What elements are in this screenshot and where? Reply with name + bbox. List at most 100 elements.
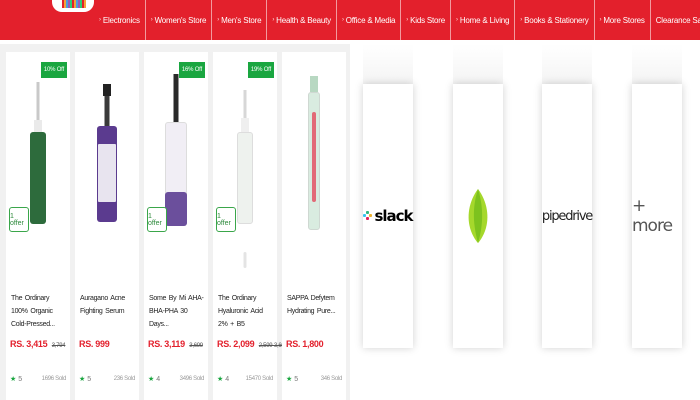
price-row: RS. 1,800 bbox=[286, 334, 324, 352]
pipedrive-logo: pipedrive bbox=[541, 208, 593, 224]
brand-card-shadow bbox=[453, 44, 503, 84]
offer-badge[interactable]: 1 offer bbox=[216, 207, 236, 232]
rating-value: 4 bbox=[225, 376, 230, 383]
nav-item-label: Books & Stationery bbox=[524, 15, 589, 25]
product-card[interactable]: 16% Off 1 offer Some By Mi AHA-BHA-PHA 3… bbox=[144, 52, 208, 400]
logo-stripes bbox=[62, 0, 86, 8]
product-price: RS. 1,800 bbox=[286, 339, 324, 349]
product-title[interactable]: SAPPA Defytem Hydrating Pure... bbox=[287, 292, 343, 318]
dropper-reflection bbox=[243, 252, 247, 268]
product-image[interactable] bbox=[144, 52, 208, 232]
star-icon: ★ bbox=[217, 376, 224, 383]
star-icon: ★ bbox=[286, 376, 293, 383]
dropper-cap bbox=[103, 84, 111, 96]
product-card[interactable]: 19% Off 1 offer The Ordinary Hyaluronic … bbox=[213, 52, 288, 400]
sold-count: 15470 Sold bbox=[245, 376, 274, 382]
discount-badge: 16% Off bbox=[178, 62, 205, 78]
chevron-right-icon: › bbox=[520, 17, 523, 23]
slack-logo: slack bbox=[363, 207, 414, 225]
brand-card-shadow bbox=[632, 44, 682, 84]
star-icon: ★ bbox=[10, 376, 17, 383]
bottle-label bbox=[98, 144, 116, 202]
nav-item-womens-store[interactable]: › Women's Store bbox=[144, 0, 212, 40]
rating-value: 4 bbox=[156, 376, 161, 383]
product-price: RS. 3,415 bbox=[10, 339, 48, 349]
product-image[interactable] bbox=[75, 52, 139, 232]
price-row: RS. 3,119 3,699 bbox=[148, 334, 203, 352]
nav-item-label: Men's Store bbox=[221, 15, 262, 25]
brand-card-slack[interactable]: slack bbox=[363, 84, 414, 348]
nav-item-label: Electronics bbox=[102, 15, 140, 25]
nav-item-label: More Stores bbox=[603, 15, 645, 25]
nav-item-clearance-sale[interactable]: Clearance Sale 2022 bbox=[649, 0, 700, 40]
brand-card-shadow bbox=[542, 44, 592, 84]
nav-item-office-media[interactable]: › Office & Media bbox=[335, 0, 400, 40]
product-title[interactable]: The Ordinary Hyaluronic Acid 2% + B5 bbox=[218, 292, 274, 331]
bottle-icon bbox=[237, 132, 253, 224]
chevron-right-icon: › bbox=[456, 17, 458, 23]
tube-cap bbox=[310, 76, 318, 92]
leaf-logo-icon bbox=[468, 189, 488, 243]
nav-item-label: Health & Beauty bbox=[276, 15, 331, 25]
brand-card-pipedrive[interactable]: pipedrive bbox=[541, 84, 593, 348]
store-logo[interactable] bbox=[52, 0, 94, 12]
star-icon: ★ bbox=[79, 376, 86, 383]
discount-badge: 10% Off bbox=[40, 62, 67, 78]
product-price: RS. 2,099 bbox=[217, 339, 255, 349]
category-nav: › Electronics › Women's Store › Men's Store… bbox=[94, 0, 700, 40]
product-card[interactable]: 10% Off 1 offer The Ordinary 100% Organi… bbox=[6, 52, 70, 400]
product-title[interactable]: Auragano Acne Fighting Serum bbox=[80, 292, 136, 318]
dropper-cap bbox=[241, 118, 249, 132]
chevron-right-icon: › bbox=[599, 17, 602, 23]
rating: ★ 5 bbox=[286, 375, 298, 383]
sold-count: 1696 Sold bbox=[41, 376, 67, 382]
nav-item-books-stationery[interactable]: › Books & Stationery bbox=[514, 0, 593, 40]
chevron-right-icon: › bbox=[406, 17, 409, 23]
nav-item-label: Women's Store bbox=[154, 15, 207, 25]
nav-item-home-living[interactable]: › Home & Living bbox=[450, 0, 514, 40]
rating-value: 5 bbox=[87, 376, 92, 383]
rating-value: 5 bbox=[294, 376, 299, 383]
brand-card-more[interactable]: + more bbox=[632, 84, 682, 348]
star-icon: ★ bbox=[148, 376, 155, 383]
old-price: 3,794 bbox=[51, 343, 66, 349]
product-price: RS. 3,119 bbox=[148, 339, 185, 349]
offer-badge[interactable]: 1 offer bbox=[9, 207, 29, 232]
offer-badge[interactable]: 1 offer bbox=[147, 207, 167, 232]
rating: ★ 4 bbox=[148, 375, 160, 383]
rating: ★ 5 bbox=[10, 375, 22, 383]
dropper-icon bbox=[104, 96, 110, 126]
product-image[interactable] bbox=[6, 52, 70, 232]
product-image[interactable] bbox=[213, 52, 277, 268]
nav-item-kids-store[interactable]: › Kids Store bbox=[400, 0, 450, 40]
dropper-icon bbox=[36, 82, 40, 122]
nav-item-health-beauty[interactable]: › Health & Beauty bbox=[266, 0, 336, 40]
chevron-right-icon: › bbox=[99, 17, 101, 23]
sold-count: 3496 Sold bbox=[179, 376, 205, 382]
nav-item-label: Home & Living bbox=[459, 15, 510, 25]
rating: ★ 4 bbox=[217, 375, 229, 383]
sold-count: 346 Sold bbox=[320, 376, 343, 382]
price-row: RS. 3,415 3,794 bbox=[10, 334, 66, 352]
nav-item-more-stores[interactable]: › More Stores bbox=[593, 0, 650, 40]
more-brands-label: + more bbox=[632, 196, 673, 236]
brand-name: slack bbox=[374, 207, 413, 225]
rating-value: 5 bbox=[18, 376, 23, 383]
bottle-base bbox=[165, 192, 187, 226]
top-nav-bar: › Electronics › Women's Store › Men's Store… bbox=[0, 0, 700, 40]
nav-item-label: Kids Store bbox=[410, 15, 446, 25]
discount-badge: 19% Off bbox=[247, 62, 274, 78]
product-card[interactable]: SAPPA Defytem Hydrating Pure... RS. 1,80… bbox=[282, 52, 346, 400]
price-row: RS. 999 bbox=[79, 334, 110, 352]
rating: ★ 5 bbox=[79, 375, 91, 383]
product-card[interactable]: Auragano Acne Fighting Serum RS. 999 ★ 5… bbox=[75, 52, 139, 400]
product-image[interactable] bbox=[282, 52, 346, 232]
chevron-right-icon: › bbox=[217, 17, 220, 23]
nav-item-mens-store[interactable]: › Men's Store bbox=[211, 0, 266, 40]
slack-icon bbox=[363, 211, 373, 221]
nav-item-electronics[interactable]: › Electronics bbox=[94, 0, 145, 40]
product-title[interactable]: The Ordinary 100% Organic Cold-Pressed..… bbox=[11, 292, 67, 331]
product-title[interactable]: Some By Mi AHA-BHA-PHA 30 Days... bbox=[149, 292, 205, 331]
brand-card-leaf[interactable] bbox=[453, 84, 503, 348]
nav-item-label: Clearance Sale 2022 bbox=[655, 15, 700, 25]
